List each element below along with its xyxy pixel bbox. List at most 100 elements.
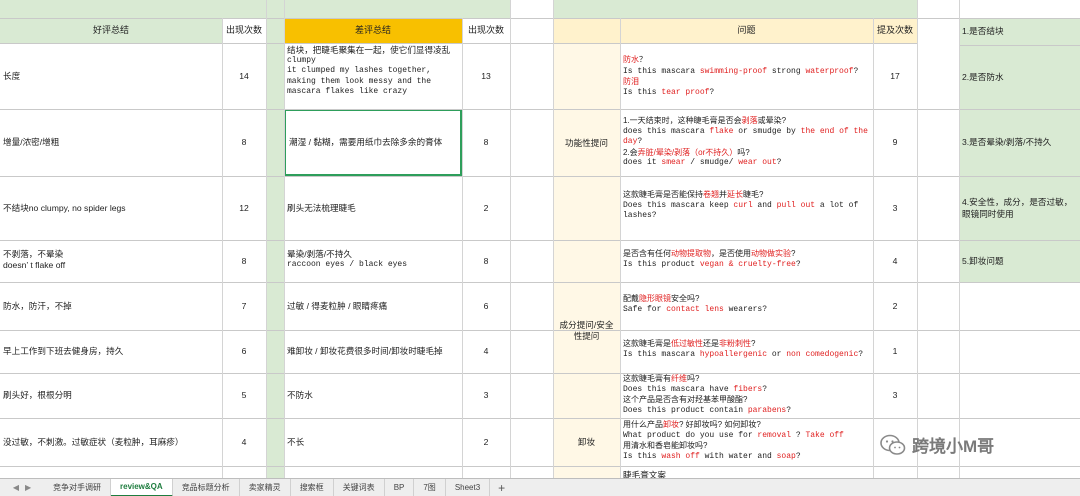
- qa-question-7[interactable]: 这款睫毛膏有纤维吗? Does this mascara have fibers…: [620, 373, 873, 418]
- bad-row-6-count[interactable]: 4: [462, 330, 510, 373]
- qa-question-9-partial[interactable]: 睫毛膏文案: [620, 470, 873, 478]
- summary-item-2[interactable]: 2.是否防水: [959, 45, 1080, 109]
- bad-row-4-line-2: raccoon eyes / black eyes: [287, 259, 408, 269]
- good-row-5-text[interactable]: 防水，防汗，不掉: [0, 282, 222, 330]
- good-row-8-count[interactable]: 4: [222, 418, 266, 466]
- qa-question-3[interactable]: 这款睫毛膏是否能保持卷翘并延长睫毛? Does this mascara kee…: [620, 176, 873, 240]
- qa-q4-zh-e: ?: [791, 249, 796, 258]
- qa-q3-en-keyword-1: curl: [733, 200, 753, 210]
- grid-line: [620, 18, 621, 478]
- add-sheet-button[interactable]: +: [490, 481, 513, 495]
- qa-q4-zh-a: 是否含有任何: [623, 249, 671, 258]
- qa-q8-en-c: ?: [791, 430, 806, 440]
- summary-item-3[interactable]: 3.是否晕染/剥落/不持久: [959, 109, 1080, 176]
- qa-count-1[interactable]: 17: [873, 43, 917, 109]
- qa-question-5[interactable]: 配戴隐形眼镜安全吗? Safe for contact lens wearers…: [620, 282, 873, 330]
- bad-row-7-count[interactable]: 3: [462, 373, 510, 418]
- qa-q2-en-e: ?: [637, 137, 643, 146]
- bad-review-header: 差评总结: [284, 18, 462, 43]
- qa-q5-zh-a: 配戴: [623, 294, 639, 303]
- good-row-4-line-2: doesn’ t flake off: [3, 259, 66, 270]
- qa-count-7[interactable]: 3: [873, 373, 917, 418]
- tab-sheet3[interactable]: Sheet3: [446, 478, 491, 496]
- qa-count-3[interactable]: 3: [873, 176, 917, 240]
- bad-row-5-count[interactable]: 6: [462, 282, 510, 330]
- tab-seller-sprite[interactable]: 卖家精灵: [240, 478, 291, 496]
- good-row-2-text[interactable]: 增量/浓密/增粗: [0, 109, 222, 176]
- qa-q8-zh2: 用清水和香皂能卸妆吗?: [623, 441, 708, 450]
- good-row-7-text[interactable]: 刷头好，根根分明: [0, 373, 222, 418]
- good-row-3-text[interactable]: 不结块no clumpy, no spider legs: [0, 176, 222, 240]
- good-row-8-text[interactable]: 没过敏，不刺激。过敏症状（麦粒肿，耳麻疹）: [0, 418, 222, 466]
- qa-count-5[interactable]: 2: [873, 282, 917, 330]
- qa-question-8[interactable]: 用什么产品卸妆? 好卸妆吗? 如何卸妆? What product do you…: [620, 418, 873, 466]
- spacer-column-1: [266, 18, 284, 478]
- tab-scroll-controls[interactable]: ◀ ▶: [0, 479, 44, 496]
- summary-item-1[interactable]: 1.是否结块: [959, 18, 1080, 45]
- tab-competitor-title-analysis[interactable]: 竞品标题分析: [173, 478, 240, 496]
- qa-q5-en-c: wearers?: [723, 304, 768, 314]
- tab-competitor-research[interactable]: 竞争对手调研: [44, 478, 111, 496]
- good-row-6-count[interactable]: 6: [222, 330, 266, 373]
- qa-question-4[interactable]: 是否含有任何动物提取物，是否使用动物做实验? Is this product v…: [620, 240, 873, 282]
- qa-q3-en-c: and: [752, 200, 777, 210]
- good-row-6-text[interactable]: 早上工作到下班去健身房，持久: [0, 330, 222, 373]
- qa-q3-zh-keyword-2: 延长: [727, 190, 743, 199]
- qa-q2-zh2-keyword: 弄脏/晕染/剥落（or不持久）: [637, 147, 738, 157]
- bad-row-8-text[interactable]: 不长: [284, 418, 462, 466]
- bad-row-2-text-selected-cell[interactable]: 潮湿 / 黏糊，需要用纸巾去除多余的膏体: [284, 109, 462, 176]
- qa-question-2[interactable]: 1.一天结束时，这种睫毛膏是否会剥落或晕染? does this mascara…: [620, 109, 873, 176]
- spreadsheet-grid[interactable]: 好评总结 出现次数 差评总结 出现次数 问题 提及次数 功能性提问 成分提问/安…: [0, 0, 1080, 478]
- tab-review-qa[interactable]: review&QA: [111, 478, 173, 496]
- bad-row-6-text[interactable]: 难卸妆 / 卸妆花费很多时间/卸妆时睫毛掉: [284, 330, 462, 373]
- tab-scroll-left-icon[interactable]: ◀: [13, 483, 19, 492]
- qa-q7-en2-c: ?: [786, 405, 792, 415]
- bad-row-3-text[interactable]: 刷头无法梳理睫毛: [284, 176, 462, 240]
- qa-q7-zh2: 这个产品是否含有对羟基苯甲酸酯?: [623, 395, 748, 404]
- qa-q2-en2-e: ?: [776, 158, 782, 167]
- good-row-4-count[interactable]: 8: [222, 240, 266, 282]
- bad-row-1-line-5: mascara flakes like crazy: [287, 87, 408, 96]
- spacer-column-2: [917, 18, 959, 478]
- qa-q7-en2-keyword: parabens: [747, 405, 787, 415]
- good-row-4-text[interactable]: 不剥落，不晕染 doesn’ t flake off: [0, 240, 222, 282]
- good-row-2-count[interactable]: 8: [222, 109, 266, 176]
- qa-count-2[interactable]: 9: [873, 109, 917, 176]
- bad-row-7-text[interactable]: 不防水: [284, 373, 462, 418]
- qa-q1-zh-mark: ？: [639, 56, 647, 65]
- qa-question-1[interactable]: 防水？ Is this mascara swimming-proof stron…: [620, 43, 873, 109]
- qa-count-6[interactable]: 1: [873, 330, 917, 373]
- bad-row-4-count[interactable]: 8: [462, 240, 510, 282]
- tab-keyword-table[interactable]: 关键词表: [334, 478, 385, 496]
- qa-q2-en-a: does this mascara: [623, 126, 710, 136]
- bad-row-3-count[interactable]: 2: [462, 176, 510, 240]
- qa-question-6[interactable]: 这款睫毛膏是低过敏性还是非粉刺性? Is this mascara hypoal…: [620, 330, 873, 373]
- qa-q6-en-c: or: [767, 349, 787, 359]
- qa-q2-en2-a: does it: [623, 158, 662, 167]
- qa-q3-en-keyword-2: pull out: [776, 200, 816, 210]
- bad-row-2-count[interactable]: 8: [462, 109, 510, 176]
- tab-search-box[interactable]: 搜索框: [291, 478, 334, 496]
- summary-item-4[interactable]: 4.安全性，成分，是否过敏，眼镜同时使用: [959, 176, 1080, 240]
- bad-row-4-text[interactable]: 晕染/剥落/不持久 raccoon eyes / black eyes: [284, 240, 462, 282]
- grid-line: [959, 0, 960, 478]
- good-row-1-text[interactable]: 长度: [0, 43, 222, 109]
- good-row-3-count[interactable]: 12: [222, 176, 266, 240]
- good-row-5-count[interactable]: 7: [222, 282, 266, 330]
- tab-7-images[interactable]: 7图: [414, 478, 446, 496]
- tab-scroll-right-icon[interactable]: ▶: [25, 483, 31, 492]
- qa-count-4[interactable]: 4: [873, 240, 917, 282]
- good-row-1-count[interactable]: 14: [222, 43, 266, 109]
- bad-row-5-text[interactable]: 过敏 / 得麦粒肿 / 眼睛疼痛: [284, 282, 462, 330]
- qa-q6-en-keyword-1: hypoallergenic: [699, 349, 768, 359]
- bad-row-8-count[interactable]: 2: [462, 418, 510, 466]
- tab-bp[interactable]: BP: [385, 478, 415, 496]
- qa-q5-zh-keyword: 隐形眼镜: [639, 294, 671, 303]
- good-row-7-count[interactable]: 5: [222, 373, 266, 418]
- qa-q6-en-keyword-2: non comedogenic: [786, 349, 859, 359]
- bad-row-1-text[interactable]: 结块，把睫毛聚集在一起，使它们显得凌乱 clumpy it clumped my…: [284, 43, 462, 109]
- bad-row-1-count[interactable]: 13: [462, 43, 510, 109]
- qa-q4-en-a: Is this product: [623, 259, 700, 269]
- summary-item-5[interactable]: 5.卸妆问题: [959, 240, 1080, 282]
- qa-q7-en-c: ?: [762, 384, 768, 394]
